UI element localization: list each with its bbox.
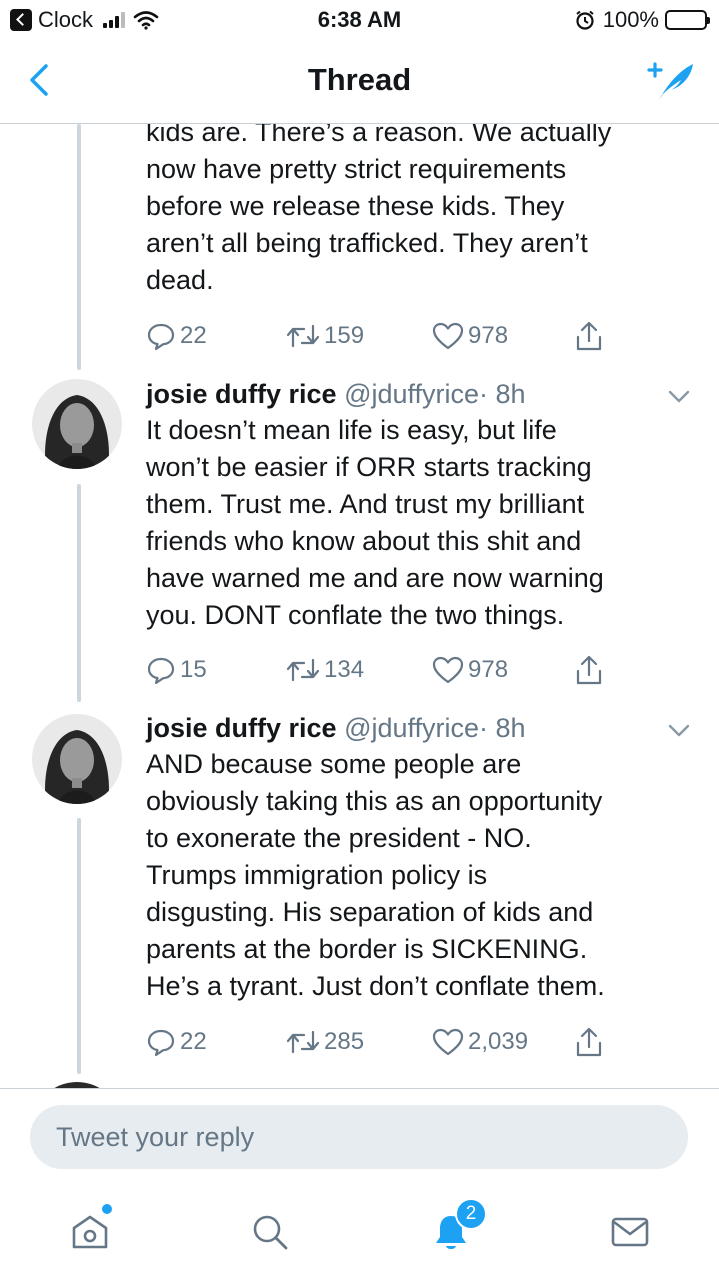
- like-count: 978: [468, 322, 509, 349]
- tweet-header: josie duffy rice @jduffyrice· 8h: [146, 376, 526, 412]
- heart-icon: [432, 322, 464, 350]
- tab-home[interactable]: [60, 1202, 120, 1262]
- thread-connector: [77, 818, 81, 1074]
- share-icon: [576, 1027, 602, 1057]
- notification-badge: 2: [455, 1198, 487, 1230]
- thread-connector: [77, 124, 81, 370]
- reply-icon: [147, 323, 175, 351]
- reply-button[interactable]: 15: [146, 650, 207, 690]
- reply-input[interactable]: [30, 1105, 688, 1169]
- tweet-actions: 22 159 978: [146, 316, 616, 356]
- avatar[interactable]: [32, 379, 122, 469]
- retweet-button[interactable]: 285: [286, 1022, 364, 1062]
- retweet-count: 285: [324, 1028, 365, 1055]
- retweet-icon: [286, 658, 320, 682]
- reply-button[interactable]: 22: [146, 316, 207, 356]
- retweet-button[interactable]: 159: [286, 316, 364, 356]
- tweet-text: It doesn’t mean life is easy, but life w…: [146, 415, 604, 630]
- compose-tweet-icon[interactable]: [645, 56, 697, 104]
- like-count: 2,039: [468, 1028, 529, 1055]
- battery-icon: [665, 10, 710, 30]
- author-name[interactable]: josie duffy rice: [146, 713, 337, 743]
- author-handle[interactable]: @jduffyrice: [344, 713, 479, 743]
- reply-count: 22: [180, 1028, 207, 1055]
- tweet-actions: 22 285 2,039: [146, 1022, 616, 1062]
- reply-count: 15: [180, 656, 207, 683]
- chevron-down-icon[interactable]: [665, 382, 693, 410]
- avatar[interactable]: [32, 714, 122, 804]
- author-handle[interactable]: @jduffyrice: [344, 379, 479, 409]
- like-button[interactable]: 978: [432, 650, 508, 690]
- retweet-count: 159: [324, 322, 365, 349]
- nav-bar: Thread: [0, 40, 719, 124]
- tweet-header: josie duffy rice @jduffyrice· 8h: [146, 710, 526, 746]
- reply-bar: [0, 1088, 719, 1180]
- share-button[interactable]: [574, 316, 608, 356]
- share-button[interactable]: [574, 650, 608, 690]
- tab-bar: 2: [0, 1180, 719, 1280]
- tab-search[interactable]: [240, 1202, 300, 1262]
- tweet-text: kids are. There’s a reason. We actually …: [146, 124, 612, 295]
- retweet-icon: [286, 324, 320, 348]
- unread-dot: [102, 1204, 112, 1214]
- messages-icon: [611, 1217, 649, 1247]
- search-icon: [253, 1215, 288, 1250]
- heart-icon: [432, 656, 464, 684]
- thread-list[interactable]: kids are. There’s a reason. We actually …: [0, 124, 719, 1089]
- tweet-time: · 8h: [479, 713, 526, 743]
- chevron-down-icon[interactable]: [665, 716, 693, 744]
- retweet-icon: [286, 1030, 320, 1054]
- like-button[interactable]: 2,039: [432, 1022, 528, 1062]
- status-right: 100%: [575, 7, 710, 33]
- page-title: Thread: [307, 62, 412, 97]
- profile-photo: [32, 379, 122, 469]
- reply-icon: [147, 657, 175, 685]
- status-bar: Clock 6:38 AM 100%: [0, 0, 719, 40]
- tab-messages[interactable]: [600, 1202, 660, 1262]
- home-icon: [72, 1215, 108, 1249]
- share-icon: [576, 655, 602, 685]
- reply-count: 22: [180, 322, 207, 349]
- battery-percent: 100%: [602, 7, 659, 32]
- share-icon: [576, 321, 602, 351]
- retweet-button[interactable]: 134: [286, 650, 364, 690]
- retweet-count: 134: [324, 656, 365, 683]
- author-name[interactable]: josie duffy rice: [146, 379, 337, 409]
- tweet-text: AND because some people are obviously ta…: [146, 749, 605, 1001]
- like-count: 978: [468, 656, 509, 683]
- reply-icon: [147, 1029, 175, 1057]
- tweet-actions: 15 134 978: [146, 650, 616, 690]
- tab-notifications[interactable]: 2: [421, 1198, 487, 1262]
- share-button[interactable]: [574, 1022, 608, 1062]
- alarm-icon: [576, 10, 594, 30]
- thread-connector: [77, 484, 81, 702]
- reply-button[interactable]: 22: [146, 1022, 207, 1062]
- like-button[interactable]: 978: [432, 316, 508, 356]
- tweet-time: · 8h: [479, 379, 526, 409]
- heart-icon: [432, 1028, 464, 1056]
- profile-photo: [32, 714, 122, 804]
